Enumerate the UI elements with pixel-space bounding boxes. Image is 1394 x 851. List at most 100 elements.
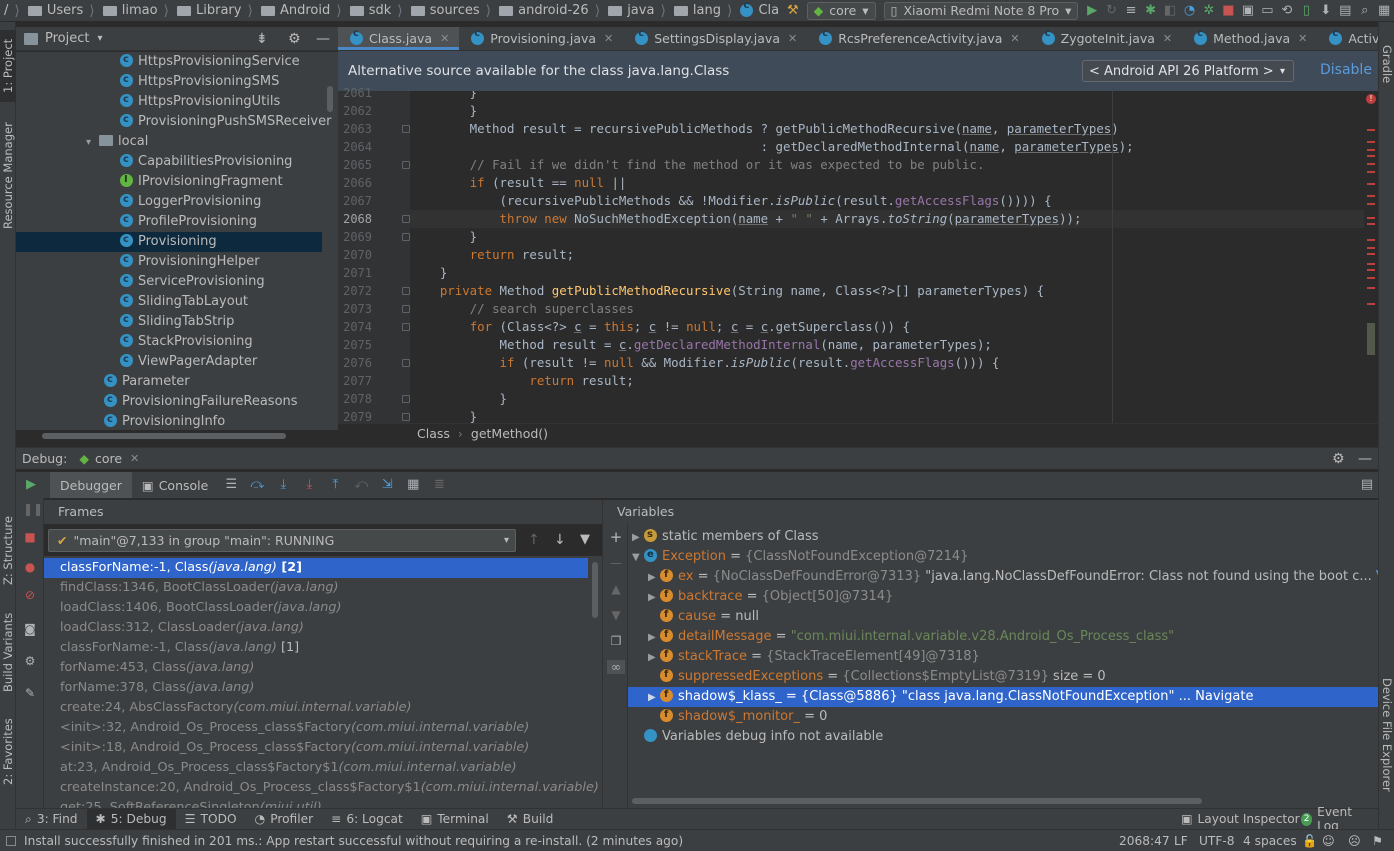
run-icon[interactable]: ▶ <box>1085 3 1098 19</box>
breadcrumb-item[interactable]: Library ⟩ <box>173 0 257 21</box>
error-marker[interactable] <box>1367 183 1375 185</box>
tree-item[interactable]: ServiceProvisioning <box>16 270 322 292</box>
code-line[interactable]: return result; <box>410 246 574 264</box>
variable-row[interactable]: ▶ stackTrace = {StackTraceElement[49]@731… <box>628 645 1378 667</box>
sdk-manager-icon[interactable]: ⬇ <box>1319 3 1332 19</box>
attach-debugger-icon[interactable]: ✲ <box>1202 3 1215 19</box>
tool-window-button-todo[interactable]: ☰ TODO <box>176 809 246 830</box>
tool-window-button-3-find[interactable]: ⌕ 3: Find <box>16 809 87 830</box>
variable-row[interactable]: shadow$_monitor_ = 0 <box>628 705 1378 727</box>
frame-row[interactable]: createInstance:20, Android_Os_Process_cl… <box>44 778 599 798</box>
frame-row[interactable]: at:23, Android_Os_Process_class$Factory$… <box>44 758 588 778</box>
tool-window-gradle[interactable]: Gradle <box>1379 36 1394 92</box>
resume-icon[interactable]: ▶ <box>22 477 40 493</box>
gear-icon[interactable]: ⚙ <box>288 31 301 47</box>
editor-tab[interactable]: Method.java ✕ <box>1182 27 1317 50</box>
fold-marker-icon[interactable] <box>402 161 410 169</box>
error-marker[interactable] <box>1367 239 1375 241</box>
tree-item[interactable]: Provisioning <box>16 230 322 252</box>
error-marker[interactable] <box>1367 149 1375 151</box>
error-marker[interactable] <box>1367 129 1375 131</box>
close-icon[interactable]: ✕ <box>440 32 449 45</box>
breadcrumb-item[interactable]: Class <box>417 426 450 441</box>
error-marker[interactable] <box>1367 223 1375 225</box>
step-into-icon[interactable]: ⤓ <box>274 477 292 493</box>
breadcrumb-item[interactable]: java ⟩ <box>604 0 670 21</box>
rerun-icon[interactable]: ↻ <box>1105 3 1118 19</box>
remove-watch-icon[interactable]: — <box>609 556 623 570</box>
tool-window-button-build[interactable]: ⚒ Build <box>498 809 563 830</box>
step-out-icon[interactable]: ⤒ <box>326 477 344 493</box>
fold-marker-icon[interactable] <box>402 413 410 421</box>
chevron-right-icon[interactable]: ▶ <box>648 688 660 708</box>
error-marker[interactable] <box>1367 269 1375 271</box>
error-marker[interactable] <box>1367 163 1375 165</box>
tree-item[interactable]: ProfileProvisioning <box>16 210 322 232</box>
tree-item[interactable]: CapabilitiesProvisioning <box>16 150 322 172</box>
project-view-select[interactable]: Project <box>45 31 89 46</box>
error-marker[interactable] <box>1367 247 1375 249</box>
fold-marker-icon[interactable] <box>402 395 410 403</box>
tool-window-button-profiler[interactable]: ◔ Profiler <box>246 809 323 830</box>
search-icon[interactable]: ⌕ <box>1358 3 1371 19</box>
error-marker[interactable] <box>1367 141 1375 143</box>
disable-link[interactable]: Disable <box>1320 62 1372 78</box>
close-icon[interactable]: ✕ <box>1163 32 1172 45</box>
stop-icon[interactable]: ■ <box>1222 3 1235 19</box>
error-marker[interactable] <box>1367 155 1375 157</box>
editor-tab[interactable]: Provisioning.java ✕ <box>459 27 623 50</box>
avd-manager-icon[interactable]: ▯ <box>1300 3 1313 19</box>
layout-icon[interactable]: ▭ <box>1261 3 1274 19</box>
tree-item[interactable]: LoggerProvisioning <box>16 190 322 212</box>
tree-item[interactable]: ▾ local <box>16 132 322 152</box>
error-marker[interactable] <box>1367 195 1375 197</box>
error-marker[interactable] <box>1367 171 1375 173</box>
device-mirror-icon[interactable]: ▤ <box>1339 3 1352 19</box>
pin-icon[interactable]: ✎ <box>23 686 37 700</box>
debug-icon[interactable]: ✱ <box>1144 3 1157 19</box>
breadcrumb-item[interactable]: / ⟩ <box>0 0 24 21</box>
editor-gutter[interactable]: 2061 2062 2063 2064 2065 2066 2067 2068 2069 2070… <box>338 86 410 424</box>
fold-marker-icon[interactable] <box>402 125 410 133</box>
frame-row[interactable]: <init>:18, Android_Os_Process_class$Fact… <box>44 738 588 758</box>
debug-session-tab[interactable]: core <box>95 451 122 466</box>
sync-icon[interactable]: ⟲ <box>1280 3 1293 19</box>
tree-item[interactable]: StackProvisioning <box>16 330 322 352</box>
close-icon[interactable]: ✕ <box>130 452 139 465</box>
editor-tab[interactable]: Class.java ✕ <box>338 27 460 50</box>
caret-position[interactable]: 2068:47 <box>1119 834 1170 848</box>
fold-marker-icon[interactable] <box>402 359 410 367</box>
code-line[interactable]: if (result == null || <box>410 174 627 192</box>
error-marker[interactable] <box>1367 203 1375 205</box>
variable-row[interactable]: ▼ Exception = {ClassNotFoundException@721… <box>628 545 1378 568</box>
editor-tab[interactable]: RcsPreferenceActivity.java ✕ <box>807 27 1029 50</box>
frame-row[interactable]: classForName:-1, Class(java.lang) [2] <box>44 558 588 578</box>
frame-row[interactable]: <init>:32, Android_Os_Process_class$Fact… <box>44 718 588 738</box>
profile-icon[interactable]: ◔ <box>1183 3 1196 19</box>
close-icon[interactable]: ✕ <box>1298 32 1307 45</box>
chevron-right-icon[interactable]: ▶ <box>632 528 644 548</box>
breadcrumb-item[interactable]: lang ⟩ <box>670 0 737 21</box>
breadcrumb-item[interactable]: getMethod() <box>471 426 548 441</box>
error-marker[interactable] <box>1367 287 1375 289</box>
breadcrumb-item[interactable]: Users ⟩ <box>24 0 99 21</box>
chevron-down-icon[interactable]: ▼ <box>632 548 644 568</box>
mute-breakpoints-icon[interactable]: ⊘ <box>23 588 37 602</box>
project-tree-horizontal-scrollbar[interactable] <box>42 433 286 439</box>
code-line[interactable]: } <box>410 91 477 102</box>
breadcrumb-item[interactable]: Android ⟩ <box>257 0 346 21</box>
indent-setting[interactable]: 4 spaces <box>1243 834 1297 848</box>
tree-item[interactable]: SlidingTabStrip <box>16 310 322 332</box>
tree-item[interactable]: HttpsProvisioningUtils <box>16 90 322 112</box>
breadcrumb-item[interactable]: Cla <box>736 0 783 21</box>
fold-marker-icon[interactable] <box>402 233 410 241</box>
stop-icon[interactable]: ■ <box>23 530 37 544</box>
tool-window-button-5-debug[interactable]: ✱ 5: Debug <box>86 808 176 830</box>
error-marker[interactable] <box>1367 217 1375 219</box>
project-tree-scrollbar[interactable] <box>327 86 333 112</box>
editor-tab[interactable]: ActivityThread.java✕ <box>1317 27 1378 50</box>
thread-select[interactable]: ✔ "main"@7,133 in group "main": RUNNING … <box>48 529 516 552</box>
chevron-right-icon[interactable]: ▶ <box>648 628 660 648</box>
add-watch-icon[interactable]: + <box>609 530 623 545</box>
tree-item[interactable]: ProvisioningPushSMSReceiver <box>16 110 331 132</box>
